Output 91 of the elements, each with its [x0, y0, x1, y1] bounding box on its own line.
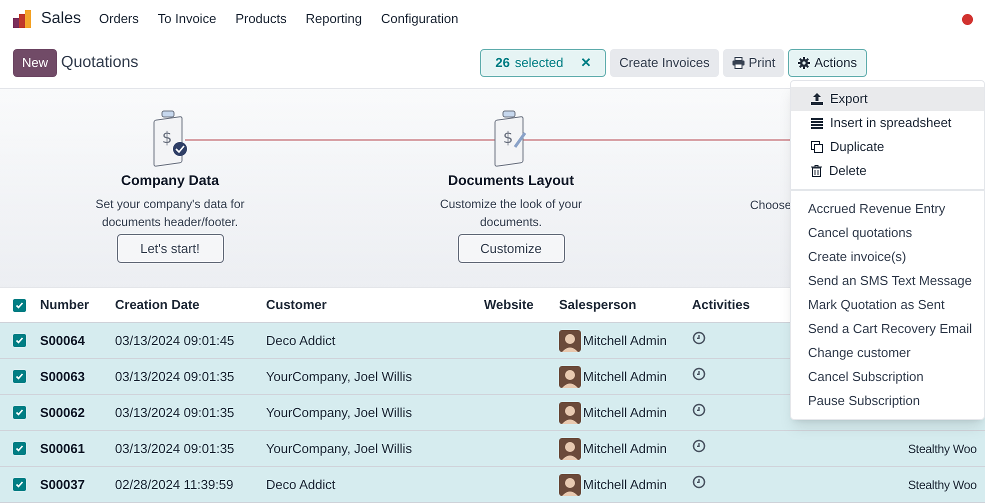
column-header[interactable]: Number	[40, 295, 90, 315]
menu-item[interactable]: Insert in spreadsheet	[791, 111, 984, 135]
table-cell-text: S00037	[40, 476, 86, 494]
step-description: Customize the look of your documents.	[438, 196, 584, 231]
avatar-icon	[559, 330, 581, 352]
column-header[interactable]: Creation Date	[115, 295, 200, 315]
checkmark-icon	[15, 336, 24, 345]
menu-item[interactable]: Cancel Subscription	[791, 365, 984, 389]
table-cell-text: Deco Addict	[266, 332, 336, 350]
menu-item[interactable]: Orders	[99, 9, 139, 29]
avatar-icon	[559, 366, 581, 388]
print-button[interactable]: Print	[722, 49, 784, 77]
gear-icon	[798, 57, 810, 69]
clock-icon[interactable]	[692, 438, 706, 452]
row-checkbox[interactable]	[13, 370, 26, 383]
table-cell-text: Mitchell Admin	[583, 368, 667, 386]
table-cell-text: YourCompany, Joel Willis	[266, 368, 413, 386]
menu-item[interactable]: Accrued Revenue Entry	[791, 197, 984, 221]
table-cell-text: S00061	[40, 440, 86, 458]
row-checkbox[interactable]	[13, 334, 26, 347]
table-cell-text: S00062	[40, 404, 86, 422]
table-cell-text: 03/13/2024 09:01:45	[115, 332, 236, 350]
menu-item[interactable]: Send an SMS Text Message	[791, 269, 984, 293]
step-button[interactable]: Let's start!	[116, 234, 224, 263]
selected-count: 26	[495, 54, 510, 72]
table-cell-text: 03/13/2024 09:01:35	[115, 404, 236, 422]
table-cell-text: Mitchell Admin	[583, 476, 667, 494]
checkmark-icon	[15, 300, 24, 310]
table-row[interactable]: S00037 02/28/2024 11:39:59 Deco Addict Mitchell Admin Stealthy Woo	[0, 467, 985, 503]
trash-icon	[811, 165, 822, 177]
table-cell-text: Mitchell Admin	[583, 440, 667, 458]
page-title: Quotations	[61, 53, 138, 73]
column-header[interactable]: Customer	[266, 295, 327, 315]
menu-item[interactable]: Duplicate	[791, 135, 984, 159]
menu-item[interactable]: To Invoice	[158, 9, 216, 29]
table-cell-text: Deco Addict	[266, 476, 336, 494]
clock-icon[interactable]	[692, 366, 706, 380]
row-checkbox[interactable]	[13, 478, 26, 491]
table-cell-text: 02/28/2024 11:39:59	[115, 476, 234, 494]
step-title: Documents Layout	[448, 171, 574, 190]
step-description: Set your company's data for documents header/footer.	[94, 196, 246, 231]
row-checkbox[interactable]	[13, 442, 26, 455]
menu-item[interactable]: Delete	[791, 159, 984, 183]
app-logo-icon	[12, 9, 32, 29]
avatar-icon	[559, 438, 581, 460]
copy-icon	[811, 141, 823, 153]
column-header[interactable]: Salesperson	[559, 295, 636, 315]
avatar-icon	[559, 474, 581, 496]
new-button[interactable]: New	[13, 49, 58, 77]
row-checkbox[interactable]	[13, 406, 26, 419]
checkmark-icon	[15, 408, 24, 417]
create-invoices-button[interactable]: Create Invoices	[610, 49, 719, 77]
upload-icon	[811, 93, 823, 105]
avatar-icon	[559, 402, 581, 424]
checkmark-icon	[15, 372, 24, 381]
table-cell-text: S00064	[40, 332, 86, 350]
table-cell-text: Mitchell Admin	[583, 404, 667, 422]
menu-item[interactable]: Export	[791, 87, 984, 111]
app-name[interactable]: Sales	[41, 7, 82, 31]
column-header[interactable]: Website	[484, 295, 534, 315]
table-cell-text: Stealthy Woo	[908, 440, 978, 458]
step-title: Company Data	[120, 171, 220, 190]
clock-icon[interactable]	[692, 330, 706, 344]
table-cell-text: 03/13/2024 09:01:35	[115, 368, 236, 386]
column-header[interactable]: Activities	[692, 295, 750, 315]
step-button[interactable]: Customize	[458, 234, 564, 263]
checkmark-icon	[15, 480, 24, 489]
table-cell-text: Mitchell Admin	[583, 332, 667, 350]
table-cell-text: S00063	[40, 368, 86, 386]
selected-label: selected	[514, 54, 564, 72]
checkmark-icon	[15, 444, 24, 453]
clear-selection-button[interactable]: ✕	[580, 53, 592, 73]
menu-item[interactable]: Create invoice(s)	[791, 245, 984, 269]
menu-item[interactable]: Mark Quotation as Sent	[791, 293, 984, 317]
step-description: Choose	[750, 197, 792, 214]
menu-item[interactable]: Configuration	[381, 9, 458, 29]
table-cell-text: YourCompany, Joel Willis	[266, 404, 413, 422]
select-all-checkbox[interactable]	[13, 298, 26, 312]
printer-icon	[732, 57, 745, 69]
actions-button[interactable]: Actions	[788, 49, 867, 77]
clock-icon[interactable]	[692, 402, 706, 416]
table-cell-text: Stealthy Woo	[908, 476, 978, 494]
menu-item[interactable]: Reporting	[306, 9, 362, 29]
status-dot-icon	[962, 14, 973, 24]
table-cell-text: 03/13/2024 09:01:35	[115, 440, 236, 458]
menu-item[interactable]: Products	[235, 9, 287, 29]
menu-item[interactable]: Cancel quotations	[791, 221, 984, 245]
lines-icon	[811, 118, 823, 128]
table-cell-text: YourCompany, Joel Willis	[266, 440, 413, 458]
table-row[interactable]: S00061 03/13/2024 09:01:35 YourCompany, Joel Willis Mitchell Admin Stealthy Woo	[0, 431, 985, 467]
clock-icon[interactable]	[692, 474, 706, 488]
